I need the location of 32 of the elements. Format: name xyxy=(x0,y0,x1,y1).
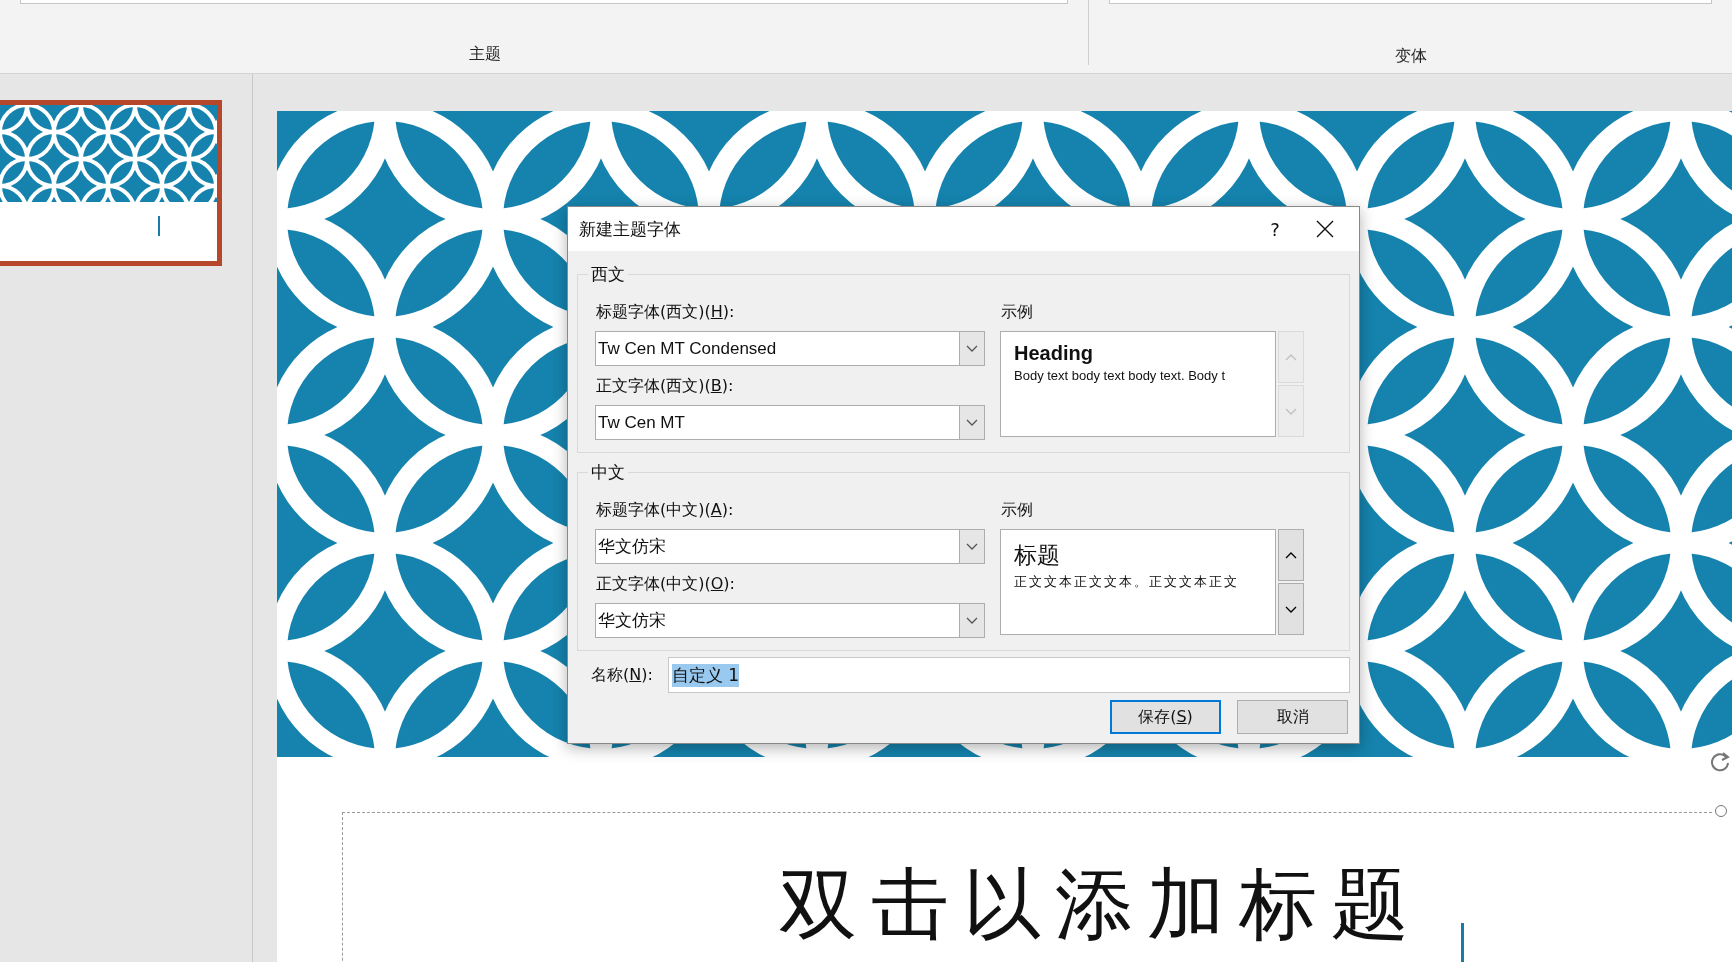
chevron-down-icon xyxy=(1285,604,1297,614)
font-dropdown[interactable]: Tw Cen MT xyxy=(595,405,985,440)
rotate-handle-icon[interactable] xyxy=(1708,750,1732,774)
title-placeholder-text: 双击以添加标题 xyxy=(779,858,1423,951)
ribbon-group-label: 主题 xyxy=(469,44,501,65)
font-dropdown[interactable]: 华文仿宋 xyxy=(595,529,985,564)
scroll-down-button[interactable] xyxy=(1278,583,1304,635)
field-label: 正文字体(中文)(O): xyxy=(596,574,736,595)
font-dropdown[interactable]: 华文仿宋 xyxy=(595,603,985,638)
name-field[interactable]: 自定义 1 xyxy=(667,657,1350,693)
chevron-up-icon xyxy=(1285,352,1297,362)
sample-preview: Heading Body text body text body text. Body t xyxy=(1000,331,1276,437)
chevron-down-icon xyxy=(1285,406,1297,416)
sample-label: 示例 xyxy=(1001,302,1034,323)
slide-thumbnail[interactable] xyxy=(0,100,222,266)
ribbon-group-label: 变体 xyxy=(1394,46,1427,67)
save-button[interactable]: 保存(S) xyxy=(1110,700,1221,734)
resize-handle[interactable] xyxy=(1715,805,1727,817)
dialog-title: 新建主题字体 xyxy=(579,217,682,241)
scroll-up-button[interactable] xyxy=(1278,529,1304,581)
font-dropdown[interactable]: Tw Cen MT Condensed xyxy=(595,331,985,366)
field-label: 正文字体(西文)(B): xyxy=(596,376,735,397)
name-label: 名称(N): xyxy=(591,664,653,686)
help-button[interactable]: ? xyxy=(1255,218,1295,240)
sample-label: 示例 xyxy=(1001,500,1034,521)
field-label: 标题字体(西文)(H): xyxy=(596,302,736,323)
field-label: 标题字体(中文)(A): xyxy=(596,500,735,521)
cancel-button[interactable]: 取消 xyxy=(1237,700,1348,734)
sample-preview: 标题 正文文本正文文本。正文文本正文 xyxy=(1000,529,1276,635)
group-legend: 西文 xyxy=(588,263,628,286)
group-legend: 中文 xyxy=(588,461,628,484)
chevron-up-icon xyxy=(1285,550,1297,560)
